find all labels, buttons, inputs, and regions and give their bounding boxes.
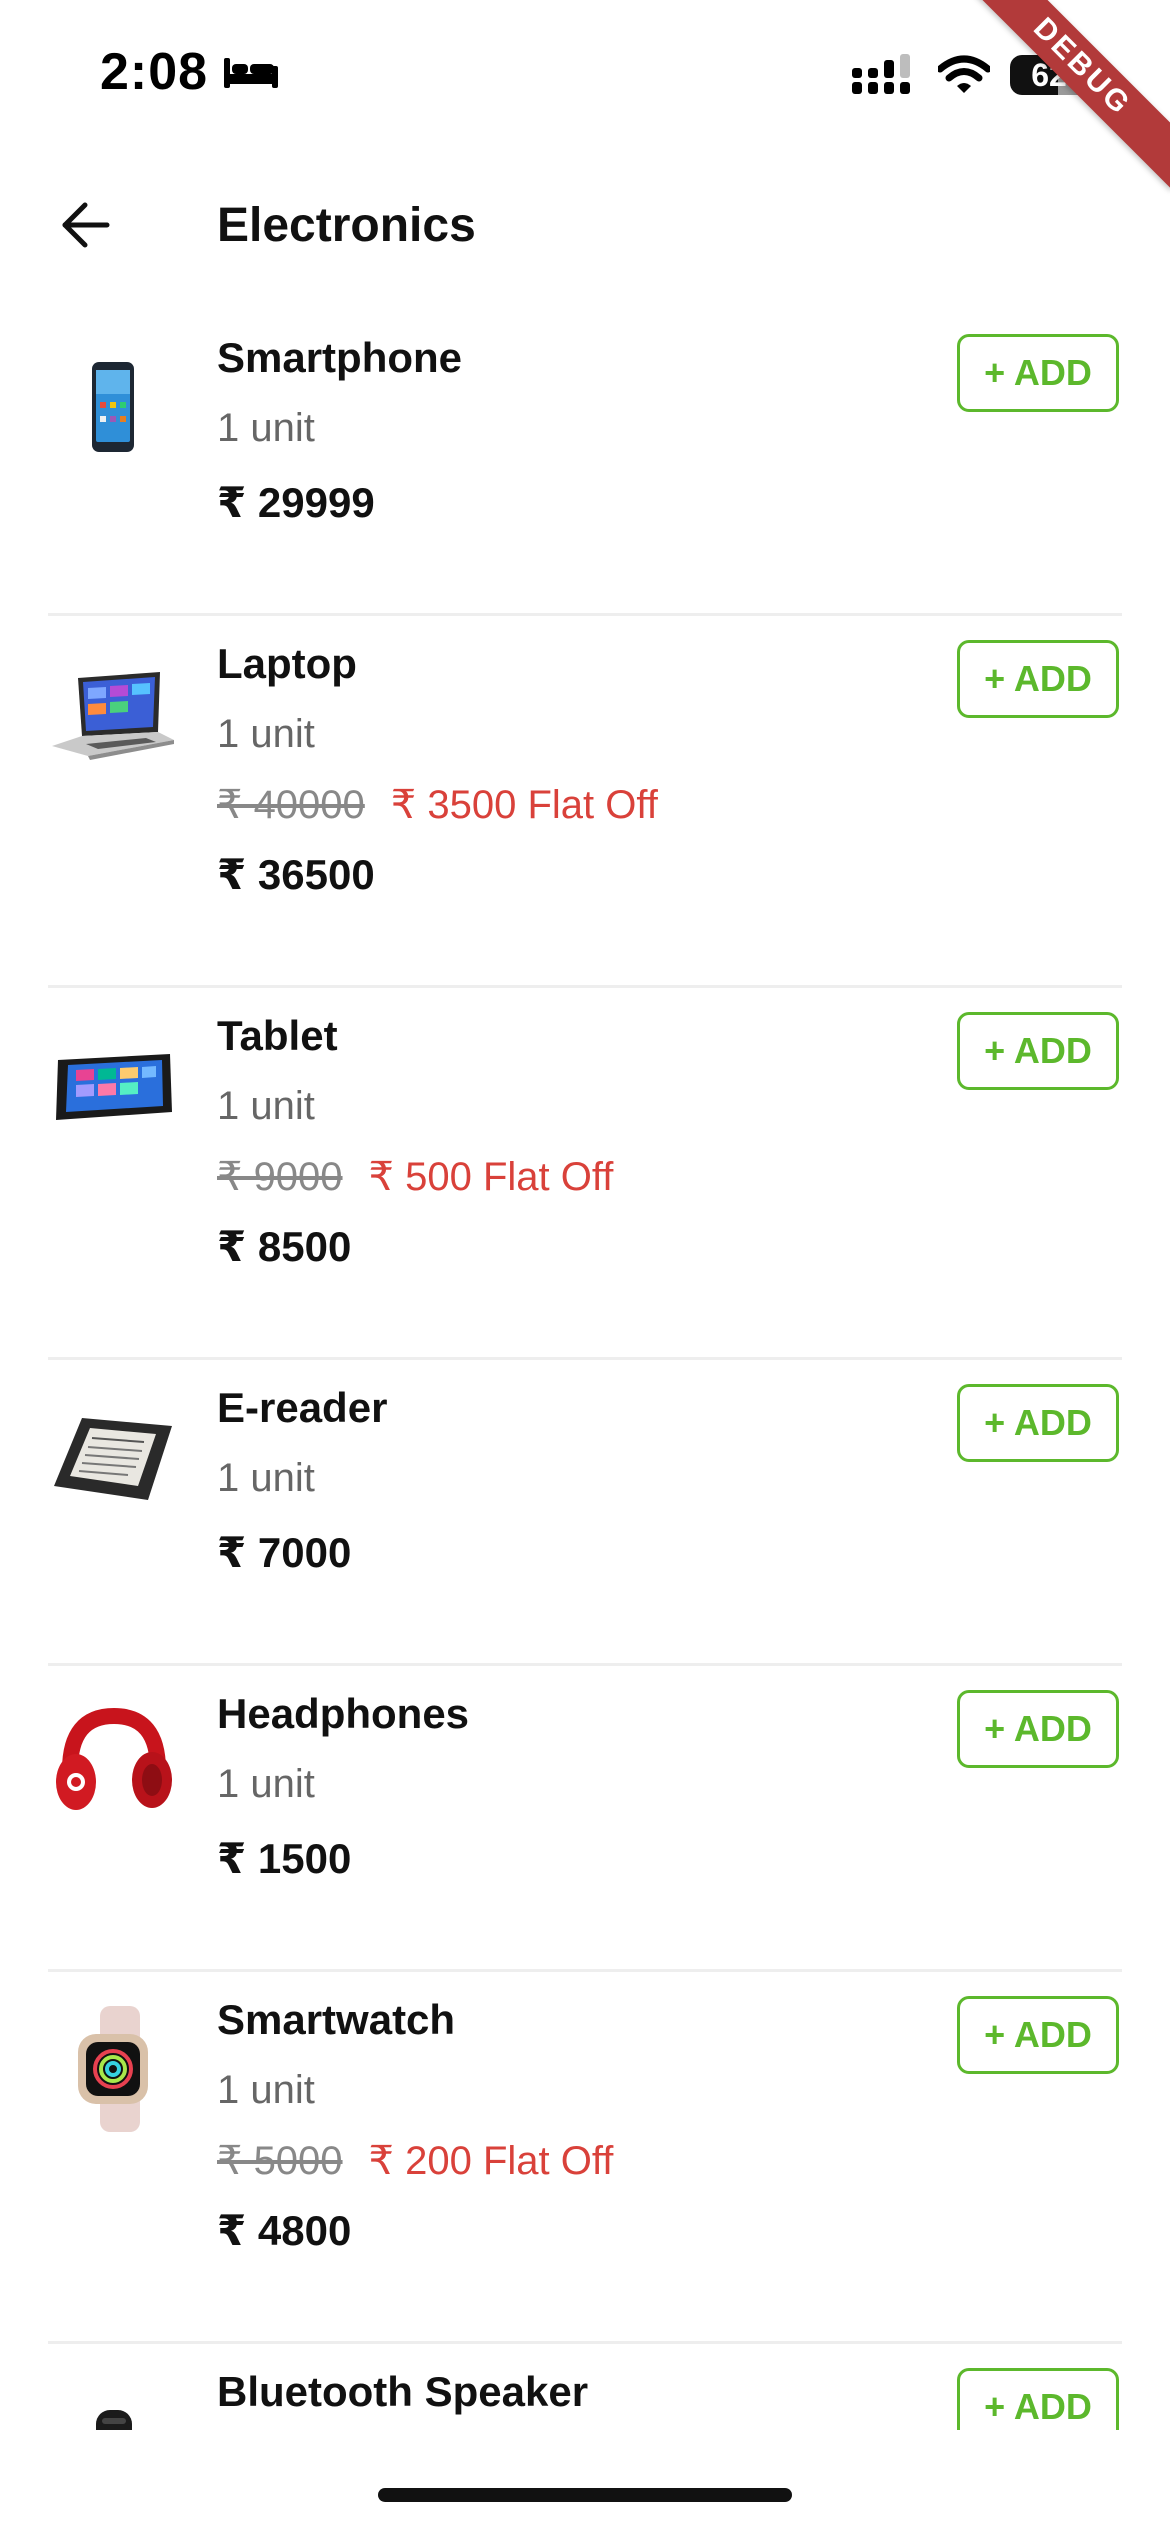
arrow-left-icon: [62, 202, 110, 248]
product-name: E-reader: [217, 1384, 388, 1431]
product-price: ₹ 8500: [217, 1223, 352, 1270]
headphones-icon: [48, 1698, 178, 1828]
product-name: Headphones: [217, 1690, 470, 1737]
discount-row: ₹ 5000 ₹ 200 Flat Off: [217, 2138, 613, 2184]
product-price: ₹ 1500: [217, 1835, 352, 1882]
discount-label: ₹ 500 Flat Off: [368, 1155, 614, 1199]
home-indicator: [378, 2488, 792, 2502]
product-price: ₹ 36500: [217, 851, 375, 898]
page-title: Electronics: [217, 199, 476, 252]
app-bar: Electronics: [0, 160, 1170, 290]
product-name: Tablet: [217, 1012, 338, 1059]
product-price: ₹ 4800: [217, 2207, 352, 2254]
product-unit: 1 unit: [217, 1456, 315, 1500]
add-button[interactable]: + ADD: [957, 334, 1119, 412]
wifi-icon: [936, 55, 992, 95]
original-price: ₹ 40000: [217, 783, 365, 827]
cellular-signal-icon: [852, 54, 916, 96]
add-button[interactable]: + ADD: [957, 1384, 1119, 1462]
smartphone-icon: [48, 342, 178, 472]
product-list[interactable]: Smartphone 1 unit ₹ 29999 + ADD Laptop 1…: [0, 310, 1170, 2430]
discount-label: ₹ 3500 Flat Off: [390, 783, 658, 827]
product-price: ₹ 29999: [217, 479, 375, 526]
status-bar: 2:08 62: [0, 0, 1170, 150]
product-name: Laptop: [217, 640, 357, 687]
speaker-icon: [48, 2376, 178, 2430]
add-button[interactable]: + ADD: [957, 640, 1119, 718]
add-button[interactable]: + ADD: [957, 1012, 1119, 1090]
status-time-group: 2:08: [100, 42, 280, 102]
add-button[interactable]: + ADD: [957, 1690, 1119, 1768]
original-price: ₹ 5000: [217, 2139, 343, 2183]
status-time: 2:08: [100, 43, 209, 101]
discount-row: ₹ 40000 ₹ 3500 Flat Off: [217, 782, 658, 828]
product-price: ₹ 7000: [217, 1529, 352, 1576]
product-item-smartphone[interactable]: Smartphone 1 unit ₹ 29999 + ADD: [0, 310, 1170, 616]
back-button[interactable]: [50, 190, 120, 260]
product-item-bluetooth-speaker[interactable]: Bluetooth Speaker + ADD: [0, 2344, 1170, 2430]
product-unit: 1 unit: [217, 1084, 315, 1128]
laptop-icon: [48, 648, 178, 778]
product-unit: 1 unit: [217, 712, 315, 756]
product-item-smartwatch[interactable]: Smartwatch 1 unit ₹ 5000 ₹ 200 Flat Off …: [0, 1972, 1170, 2344]
ereader-icon: [48, 1392, 178, 1522]
discount-label: ₹ 200 Flat Off: [368, 2139, 614, 2183]
add-button[interactable]: + ADD: [957, 2368, 1119, 2430]
product-unit: 1 unit: [217, 406, 315, 450]
product-name: Smartphone: [217, 334, 463, 381]
product-item-laptop[interactable]: Laptop 1 unit ₹ 40000 ₹ 3500 Flat Off ₹ …: [0, 616, 1170, 988]
product-item-headphones[interactable]: Headphones 1 unit ₹ 1500 + ADD: [0, 1666, 1170, 1972]
product-name: Smartwatch: [217, 1996, 456, 2043]
bed-icon: [222, 52, 280, 92]
product-unit: 1 unit: [217, 1762, 315, 1806]
add-button[interactable]: + ADD: [957, 1996, 1119, 2074]
product-item-ereader[interactable]: E-reader 1 unit ₹ 7000 + ADD: [0, 1360, 1170, 1666]
original-price: ₹ 9000: [217, 1155, 343, 1199]
discount-row: ₹ 9000 ₹ 500 Flat Off: [217, 1154, 613, 1200]
smartwatch-icon: [48, 2004, 178, 2134]
tablet-icon: [48, 1020, 178, 1150]
product-unit: 1 unit: [217, 2068, 315, 2112]
product-item-tablet[interactable]: Tablet 1 unit ₹ 9000 ₹ 500 Flat Off ₹ 85…: [0, 988, 1170, 1360]
product-name: Bluetooth Speaker: [217, 2368, 589, 2415]
